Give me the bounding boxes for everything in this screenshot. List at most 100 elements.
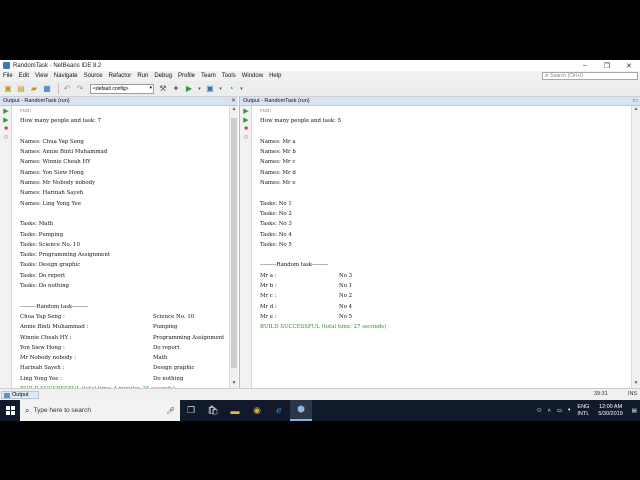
output-tab-title: Output - RandomTask (run): [243, 98, 310, 104]
output-line: run:: [260, 106, 629, 116]
output-line: Tasks: No 2: [260, 209, 629, 219]
menu-navigate[interactable]: Navigate: [51, 73, 81, 79]
menu-debug[interactable]: Debug: [151, 73, 175, 79]
taskbar-search-input[interactable]: ⌕ Type here to search 🎤︎: [20, 400, 180, 421]
profile-project-icon[interactable]: ◔: [226, 84, 236, 94]
scroll-up-icon[interactable]: ▲: [230, 106, 238, 114]
panel-minimize-icon[interactable]: ▭: [632, 97, 638, 104]
rerun-different-icon[interactable]: ▶: [2, 117, 10, 124]
config-select[interactable]: <default config> ▾: [90, 83, 154, 94]
output-text-left[interactable]: run: How many people and task: 7 Names: Ch…: [20, 106, 227, 388]
vertical-scrollbar-right[interactable]: ▲ ▼: [631, 106, 640, 388]
toolbar-separator: [58, 83, 59, 94]
volume-icon[interactable]: 🔈︎: [568, 407, 571, 414]
minimize-button[interactable]: –: [574, 62, 596, 69]
output-line-text: Mr c :: [260, 293, 277, 300]
new-file-icon[interactable]: ▤: [16, 84, 26, 94]
maximize-button[interactable]: ❐: [596, 62, 618, 70]
output-window-tab[interactable]: Output: [1, 391, 39, 399]
output-tab-left[interactable]: Output - RandomTask (run) ✕: [0, 97, 238, 106]
open-project-icon[interactable]: ▰: [29, 84, 39, 94]
settings-icon[interactable]: ⚙: [2, 135, 10, 142]
output-line-text: Names: Ling Yong Yee: [20, 200, 81, 207]
run-dropdown-icon[interactable]: ▾: [197, 84, 202, 94]
start-button[interactable]: [0, 400, 20, 421]
task-view-icon[interactable]: ❐: [180, 400, 202, 421]
assigned-task: No 2: [339, 293, 353, 300]
scroll-down-icon[interactable]: ▼: [632, 380, 640, 388]
assigned-task: Do nothing: [153, 375, 184, 382]
panel-close-icon[interactable]: ✕: [231, 97, 236, 104]
store-icon[interactable]: 🛍︎: [202, 400, 224, 421]
close-button[interactable]: ✕: [618, 62, 640, 70]
stop-icon[interactable]: ■: [242, 126, 250, 133]
rerun-icon[interactable]: ▶: [242, 108, 250, 115]
output-line-text: Names: Mr a: [260, 138, 296, 145]
menu-source[interactable]: Source: [81, 73, 106, 79]
network-icon[interactable]: ▭: [557, 408, 562, 414]
region-code: INTL: [577, 410, 590, 417]
edge-icon[interactable]: ℯ: [268, 400, 290, 421]
stop-icon[interactable]: ■: [2, 126, 10, 133]
menu-window[interactable]: Window: [239, 73, 266, 79]
ide-search-input[interactable]: ⌕ Search (Ctrl+I): [542, 72, 638, 80]
menu-run[interactable]: Run: [134, 73, 151, 79]
output-text-right[interactable]: run: How many people and task: 5 Names: Mr…: [260, 106, 629, 388]
save-all-icon[interactable]: ▦: [42, 84, 52, 94]
windows-logo-icon: [5, 406, 15, 415]
menu-file[interactable]: File: [0, 73, 16, 79]
output-line: How many people and task: 7: [20, 116, 227, 126]
vertical-scrollbar-left[interactable]: ▲ ▼: [229, 106, 238, 388]
output-tab-right[interactable]: Output - RandomTask (run) ▭: [240, 97, 640, 106]
windows-taskbar: ⌕ Type here to search 🎤︎ ❐ 🛍︎ ▬ ◉ ℯ ⬢ ⚇ …: [0, 400, 640, 421]
menu-tools[interactable]: Tools: [219, 73, 239, 79]
menu-profile[interactable]: Profile: [175, 73, 198, 79]
rerun-different-icon[interactable]: ▶: [242, 117, 250, 124]
output-line: Names: Ling Yong Yee: [20, 199, 227, 209]
output-line-text: Mr e :: [260, 313, 277, 320]
output-line: Tasks: No 1: [260, 199, 629, 209]
undo-icon[interactable]: ↶: [62, 84, 72, 94]
debug-dropdown-icon[interactable]: ▾: [218, 84, 223, 94]
build-icon[interactable]: ⚒: [158, 84, 168, 94]
redo-icon[interactable]: ↷: [75, 84, 85, 94]
debug-project-icon[interactable]: ▣: [205, 84, 215, 94]
menu-help[interactable]: Help: [266, 73, 284, 79]
output-line: Yon Siew Hong : Do report: [20, 343, 227, 353]
microphone-icon[interactable]: 🎤︎: [166, 407, 175, 415]
output-window-icon: [4, 392, 10, 398]
output-line: Tasks: Design graphic: [20, 260, 227, 270]
output-line: Names: Chua Yap Seng: [20, 137, 227, 147]
menu-refactor[interactable]: Refactor: [106, 73, 135, 79]
menu-edit[interactable]: Edit: [16, 73, 32, 79]
netbeans-taskbar-icon[interactable]: ⬢: [290, 400, 312, 421]
file-explorer-icon[interactable]: ▬: [224, 400, 246, 421]
notifications-icon[interactable]: ▤: [632, 408, 637, 414]
output-line: Names: Mr Nobody nobody: [20, 178, 227, 188]
scroll-down-icon[interactable]: ▼: [230, 380, 238, 388]
scroll-up-icon[interactable]: ▲: [632, 106, 640, 114]
people-icon[interactable]: ⚇: [537, 408, 542, 414]
menu-team[interactable]: Team: [198, 73, 219, 79]
rerun-icon[interactable]: ▶: [2, 108, 10, 115]
output-line: Tasks: Math: [20, 219, 227, 229]
scroll-thumb[interactable]: [231, 118, 237, 368]
clock[interactable]: 12:00 AM 5/30/2019: [598, 404, 622, 418]
clean-build-icon[interactable]: ✦: [171, 84, 181, 94]
chrome-icon[interactable]: ◉: [246, 400, 268, 421]
profile-dropdown-icon[interactable]: ▾: [239, 84, 244, 94]
new-project-icon[interactable]: ▣: [3, 84, 13, 94]
menu-view[interactable]: View: [32, 73, 51, 79]
output-line: ---------Random task---------: [260, 260, 629, 270]
output-line-text: Names: Yon Siew Hong: [20, 169, 84, 176]
chevron-up-icon[interactable]: ˄: [548, 408, 551, 414]
toolbar: ▣ ▤ ▰ ▦ ↶ ↷ <default config> ▾ ⚒ ✦ ▶ ▾ ▣…: [0, 81, 640, 97]
settings-icon[interactable]: ⚙: [242, 135, 250, 142]
run-project-icon[interactable]: ▶: [184, 84, 194, 94]
input-language[interactable]: ENG INTL: [577, 404, 589, 418]
output-line: Harinah Sayeh : Design graphic: [20, 363, 227, 373]
window-title: RandomTask - NetBeans IDE 8.2: [13, 62, 102, 69]
title-bar: RandomTask - NetBeans IDE 8.2 – ❐ ✕: [0, 60, 640, 71]
output-line-text: Tasks: No 1: [260, 200, 292, 207]
